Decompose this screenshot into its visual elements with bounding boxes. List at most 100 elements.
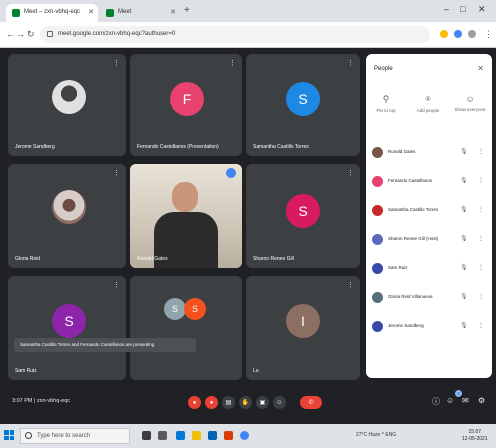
mic-icon[interactable]: 🎙 [460, 177, 468, 184]
avatar [372, 292, 383, 303]
participant-list-item[interactable]: Fernando Castellanos 🎙 ⋮ [372, 175, 486, 189]
people-icon[interactable]: ☺ [446, 396, 454, 405]
new-tab-icon[interactable]: + [184, 5, 190, 16]
more-options-icon[interactable]: ⋮ [229, 59, 236, 67]
mic-icon[interactable]: 🎙 [460, 264, 468, 271]
more-options-icon[interactable]: ⋮ [478, 177, 484, 184]
more-options-icon[interactable]: ⋮ [478, 322, 484, 329]
people-panel: People ✕ ⚲ Pin to top ⍟ Add people ☺ Sho… [366, 54, 492, 378]
mic-icon[interactable]: 🎙 [460, 322, 468, 329]
more-options-icon[interactable]: ⋮ [478, 148, 484, 155]
caption-banner: Samantha Castillo Torres and Fernando Ca… [14, 338, 196, 352]
participant-tile[interactable]: S S [130, 276, 242, 380]
avatar [372, 263, 383, 274]
participant-tile[interactable]: S ⋮ Sharon Renee Gill [246, 164, 360, 268]
present-button[interactable]: ▣ [256, 396, 269, 409]
participant-list-item[interactable]: Sharon Renee Gill (Host) 🎙 ⋮ [372, 233, 486, 247]
office-icon[interactable] [224, 431, 233, 440]
participant-video-tile[interactable]: Ronald Gates [130, 164, 242, 268]
close-icon[interactable]: ✕ [477, 64, 484, 73]
speaking-indicator-icon [226, 168, 236, 178]
back-icon[interactable]: ← [6, 29, 15, 39]
lock-icon [47, 31, 53, 37]
close-window-icon[interactable]: ✕ [478, 4, 486, 15]
participant-tile[interactable]: S ⋮ Samantha Castillo Torres [246, 54, 360, 156]
profile-avatar[interactable] [468, 30, 476, 38]
participant-list-item[interactable]: Sam Ruiz 🎙 ⋮ [372, 262, 486, 276]
store-icon[interactable] [208, 431, 217, 440]
participant-name: Jerome Sandberg [15, 144, 55, 150]
pin-to-top-button[interactable]: ⚲ Pin to top [368, 94, 404, 113]
participant-list-item[interactable]: Gloria Reid Villanueva 🎙 ⋮ [372, 291, 486, 305]
add-person-icon: ⍟ [425, 94, 431, 104]
camera-toggle-button[interactable]: ● [205, 396, 218, 409]
panel-title: People [374, 66, 393, 72]
avatar [52, 190, 86, 224]
add-people-button[interactable]: ⍟ Add people [410, 94, 446, 113]
mic-icon[interactable]: 🎙 [460, 148, 468, 155]
close-tab-icon[interactable]: ✕ [170, 8, 176, 16]
minimize-icon[interactable]: – [444, 4, 449, 14]
tab-meet-active[interactable]: Meet – zxn-vbhq-eqc ✕ [6, 4, 98, 22]
participant-tile[interactable]: ⋮ Gloria Reid [8, 164, 126, 268]
avatar: S [286, 194, 320, 228]
tab-meet[interactable]: Meet ✕ [100, 4, 180, 22]
participant-tile[interactable]: F ⋮ Fernando Castellanos (Presentation) [130, 54, 242, 156]
participant-name: Fernando Castellanos (Presentation) [137, 144, 219, 150]
url-input[interactable]: meet.google.com/zxn-vbhq-eqc?authuser=0 [40, 26, 430, 43]
participant-tile[interactable]: S ⋮ Sam Ruiz [8, 276, 126, 380]
maximize-icon[interactable]: □ [460, 4, 465, 14]
avatar: S [184, 298, 206, 320]
more-options-icon[interactable]: ⋮ [113, 59, 120, 67]
forward-icon[interactable]: → [16, 29, 25, 39]
more-options-icon[interactable]: ⋮ [478, 235, 484, 242]
taskbar-search-input[interactable]: Type here to search [20, 428, 130, 444]
more-options-icon[interactable]: ⋮ [347, 281, 354, 289]
person-head [172, 182, 198, 212]
more-options-icon[interactable]: ⋮ [478, 264, 484, 271]
mic-icon[interactable]: 🎙 [460, 206, 468, 213]
windows-start-icon[interactable] [4, 430, 14, 440]
more-options-icon[interactable]: ⋮ [347, 59, 354, 67]
meeting-controls-bar: 3:07 PM | zxn-vbhq-eqc ● ● ▤ ✋ ▣ ☺ ⋮ ✆ ⓘ… [0, 384, 496, 424]
browser-menu-icon[interactable]: ⋮ [484, 29, 493, 40]
participant-list-item[interactable]: Samantha Castillo Torres 🎙 ⋮ [372, 204, 486, 218]
task-view-icon[interactable] [158, 431, 167, 440]
participant-list-item[interactable]: Ronald Gates 🎙 ⋮ [372, 146, 486, 160]
show-everyone-button[interactable]: ☺ Show everyone [452, 94, 488, 112]
mic-toggle-button[interactable]: ● [188, 396, 201, 409]
avatar: F [170, 82, 204, 116]
edge-icon[interactable] [176, 431, 185, 440]
cortana-icon[interactable] [142, 431, 151, 440]
chrome-icon[interactable] [240, 431, 249, 440]
reload-icon[interactable]: ↻ [27, 29, 35, 40]
extension-icon[interactable] [440, 30, 448, 38]
more-options-icon[interactable]: ⋮ [478, 206, 484, 213]
info-icon[interactable]: ⓘ [432, 396, 440, 407]
avatar: S [52, 304, 86, 338]
raise-hand-button[interactable]: ✋ [239, 396, 252, 409]
extension-icon[interactable] [454, 30, 462, 38]
meet-favicon-icon [106, 9, 114, 17]
participant-tile[interactable]: I ⋮ Lu [246, 276, 360, 380]
mic-icon[interactable]: 🎙 [460, 235, 468, 242]
pin-icon: ⚲ [382, 94, 390, 104]
meeting-info: 3:07 PM | zxn-vbhq-eqc [12, 398, 71, 404]
file-explorer-icon[interactable] [192, 431, 201, 440]
participant-list-item[interactable]: Jerome Sandberg 🎙 ⋮ [372, 320, 486, 334]
chat-icon[interactable]: ✉ [462, 396, 469, 405]
more-options-icon[interactable]: ⋮ [478, 293, 484, 300]
more-options-icon[interactable]: ⋮ [113, 169, 120, 177]
more-options-icon[interactable]: ⋮ [347, 169, 354, 177]
mic-icon[interactable]: 🎙 [460, 293, 468, 300]
clock[interactable]: 15:07 12-05-2021 [462, 429, 488, 443]
system-tray[interactable]: 27°C Haze ^ ENG [356, 432, 396, 438]
search-icon [25, 432, 32, 439]
participant-count-badge: 7 [455, 390, 462, 397]
end-call-button[interactable]: ✆ [300, 396, 322, 409]
close-tab-icon[interactable]: ✕ [88, 8, 94, 16]
participant-tile[interactable]: ⋮ Jerome Sandberg [8, 54, 126, 156]
activities-icon[interactable]: ⚙ [478, 396, 485, 405]
more-options-icon[interactable]: ⋮ [113, 281, 120, 289]
captions-button[interactable]: ▤ [222, 396, 235, 409]
